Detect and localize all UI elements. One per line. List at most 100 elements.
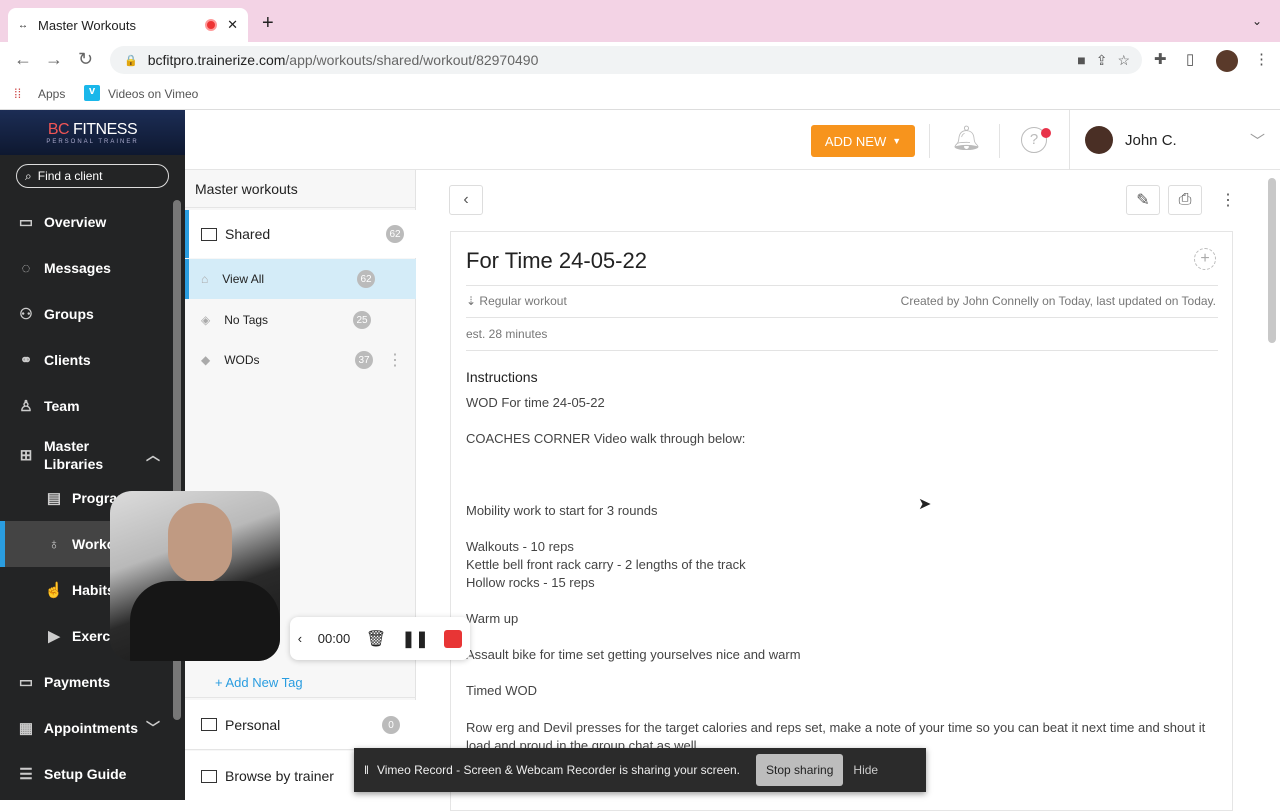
more-vertical-icon[interactable]: ⋮: [1220, 190, 1236, 210]
sidebar-item-groups[interactable]: ⚇ Groups: [0, 291, 170, 337]
count-badge: 25: [353, 311, 371, 329]
sidebar-item-setup-guide[interactable]: ☰ Setup Guide: [0, 751, 170, 797]
tag-icon: ◆: [201, 353, 211, 367]
vimeo-icon: v: [84, 85, 100, 101]
print-button[interactable]: ⎙: [1168, 185, 1202, 215]
stop-sharing-button[interactable]: Stop sharing: [756, 754, 844, 786]
add-new-tag-link[interactable]: + Add New Tag: [185, 668, 416, 698]
chevron-down-icon: ﹀: [146, 720, 160, 736]
sidepanel-icon[interactable]: ▯: [1186, 50, 1194, 68]
back-icon[interactable]: ←: [14, 49, 32, 70]
library-title-text: Master workouts: [195, 180, 298, 197]
printer-icon: ⎙: [1178, 191, 1192, 208]
sort-icon: ⇣: [466, 294, 477, 308]
play-icon: ▶: [48, 628, 60, 645]
tag-view-all[interactable]: ⌂ View All 62: [185, 259, 416, 299]
bookmark-vimeo[interactable]: Videos on Vimeo: [108, 87, 198, 101]
sidebar: BC FITNESS PERSONAL TRAINER ⌕ Find a cli…: [0, 110, 185, 800]
trash-icon[interactable]: 🗑︎: [366, 629, 386, 649]
pause-icon[interactable]: ❚❚: [402, 629, 429, 649]
star-icon[interactable]: ☆: [1117, 52, 1130, 69]
menu-icon[interactable]: ⋮: [1254, 50, 1269, 68]
programs-icon: ▤: [46, 490, 62, 507]
webcam-preview[interactable]: [110, 491, 280, 661]
pause-icon: ‖: [364, 763, 369, 777]
more-vertical-icon[interactable]: ⋮: [387, 350, 403, 370]
find-client-search[interactable]: ⌕ Find a client: [16, 164, 169, 188]
recording-icon: [205, 19, 218, 31]
folder-label: Browse by trainer: [225, 768, 334, 784]
recorder-controls: ‹ 00:00 🗑︎ ❚❚: [290, 617, 470, 660]
camera-icon[interactable]: ■: [1077, 52, 1085, 68]
library-title: Master workouts: [185, 170, 416, 208]
home-icon: ⌂: [201, 272, 209, 286]
add-circle-icon[interactable]: +: [1194, 248, 1216, 270]
extensions-icon[interactable]: ✚: [1154, 50, 1167, 68]
url-path: /app/workouts/shared/workout/82970490: [285, 52, 539, 68]
label: Master Libraries: [44, 438, 104, 472]
label: Groups: [44, 306, 94, 322]
divider: [929, 124, 930, 158]
add-new-button[interactable]: ADD NEW ▼: [811, 125, 915, 157]
sidebar-item-team[interactable]: ♙ Team: [0, 383, 170, 429]
reload-icon[interactable]: ↻: [78, 49, 93, 70]
count-badge: 0: [382, 716, 400, 734]
main-scrollbar[interactable]: [1268, 178, 1276, 343]
sidebar-item-messages[interactable]: ◌ Messages: [0, 245, 170, 291]
library-panel: Master workouts Shared 62 ⌂ View All 62 ◈ No…: [185, 170, 416, 801]
edit-button[interactable]: ✎: [1126, 185, 1160, 215]
profile-avatar[interactable]: [1216, 50, 1238, 72]
instruction-line: Walkouts - 10 reps: [466, 539, 574, 554]
address-bar[interactable]: 🔒 bcfitpro.trainerize.com/app/workouts/s…: [110, 46, 1142, 74]
instruction-line: COACHES CORNER Video walk through below:: [466, 431, 746, 446]
forward-icon[interactable]: →: [45, 49, 63, 70]
bell-icon[interactable]: 🔔︎: [951, 124, 981, 153]
tag-label: View All: [222, 272, 265, 286]
divider: [1069, 110, 1070, 170]
folder-personal[interactable]: Personal 0: [185, 700, 416, 750]
pencil-icon: ✎: [1136, 192, 1150, 209]
tag-no-tags[interactable]: ◈ No Tags 25: [185, 300, 416, 340]
share-icon[interactable]: ⇪: [1096, 52, 1108, 69]
guide-icon: ☰: [19, 766, 33, 783]
search-icon: ⌕: [25, 168, 32, 183]
calendar-icon: ▦: [18, 720, 34, 737]
notification-dot: [1041, 128, 1051, 138]
team-icon: ♙: [19, 398, 33, 415]
tab-list-icon[interactable]: ⌄: [1252, 14, 1262, 28]
app-header: ADD NEW ▼ 🔔︎ ? John C. ﹀: [185, 110, 1280, 170]
tag-label: WODs: [224, 353, 260, 367]
logo: BC FITNESS PERSONAL TRAINER: [0, 110, 185, 155]
sidebar-item-overview[interactable]: ▭ Overview: [0, 199, 170, 245]
folder-label: Shared: [225, 226, 271, 242]
caret-down-icon: ▼: [892, 136, 902, 146]
browser-tab[interactable]: ↔ Master Workouts ✕: [8, 8, 248, 42]
divider: [999, 124, 1000, 158]
count-badge: 62: [386, 225, 404, 243]
stop-record-button[interactable]: [444, 629, 463, 648]
avatar: [1085, 126, 1113, 154]
close-tab-icon[interactable]: ✕: [227, 17, 238, 33]
tag-wods[interactable]: ◆ WODs 37 ⋮: [185, 340, 416, 380]
new-tab-button[interactable]: +: [262, 12, 274, 35]
label: Appointments: [43, 720, 138, 736]
workout-title: For Time 24-05-22: [466, 248, 647, 273]
bookmark-apps[interactable]: Apps: [38, 87, 65, 101]
label: Messages: [44, 260, 111, 276]
collapse-chevron-icon[interactable]: ‹: [298, 631, 302, 646]
folder-shared[interactable]: Shared 62: [185, 210, 416, 258]
url-domain: bcfitpro.trainerize.com: [147, 52, 286, 68]
instruction-line: WOD For time 24-05-22: [466, 395, 605, 410]
label: Payments: [44, 674, 111, 690]
back-button[interactable]: ‹: [449, 185, 483, 215]
hide-button[interactable]: Hide: [853, 763, 878, 777]
url: bcfitpro.trainerize.com/app/workouts/sha…: [148, 52, 539, 68]
sidebar-item-appointments[interactable]: ▦ Appointments ﹀: [0, 705, 170, 751]
sidebar-item-clients[interactable]: ⚭ Clients: [0, 337, 170, 383]
user-menu[interactable]: John C. ﹀: [1085, 126, 1265, 154]
sidebar-item-master-libraries[interactable]: ⊞ Master Libraries ︿: [0, 430, 170, 480]
label: Clients: [44, 352, 91, 368]
sidebar-item-payments[interactable]: ▭ Payments: [0, 659, 170, 705]
messages-icon: ◌: [21, 259, 31, 277]
bookmarks-bar: ⁞⁞ Apps v Videos on Vimeo: [0, 78, 1280, 110]
